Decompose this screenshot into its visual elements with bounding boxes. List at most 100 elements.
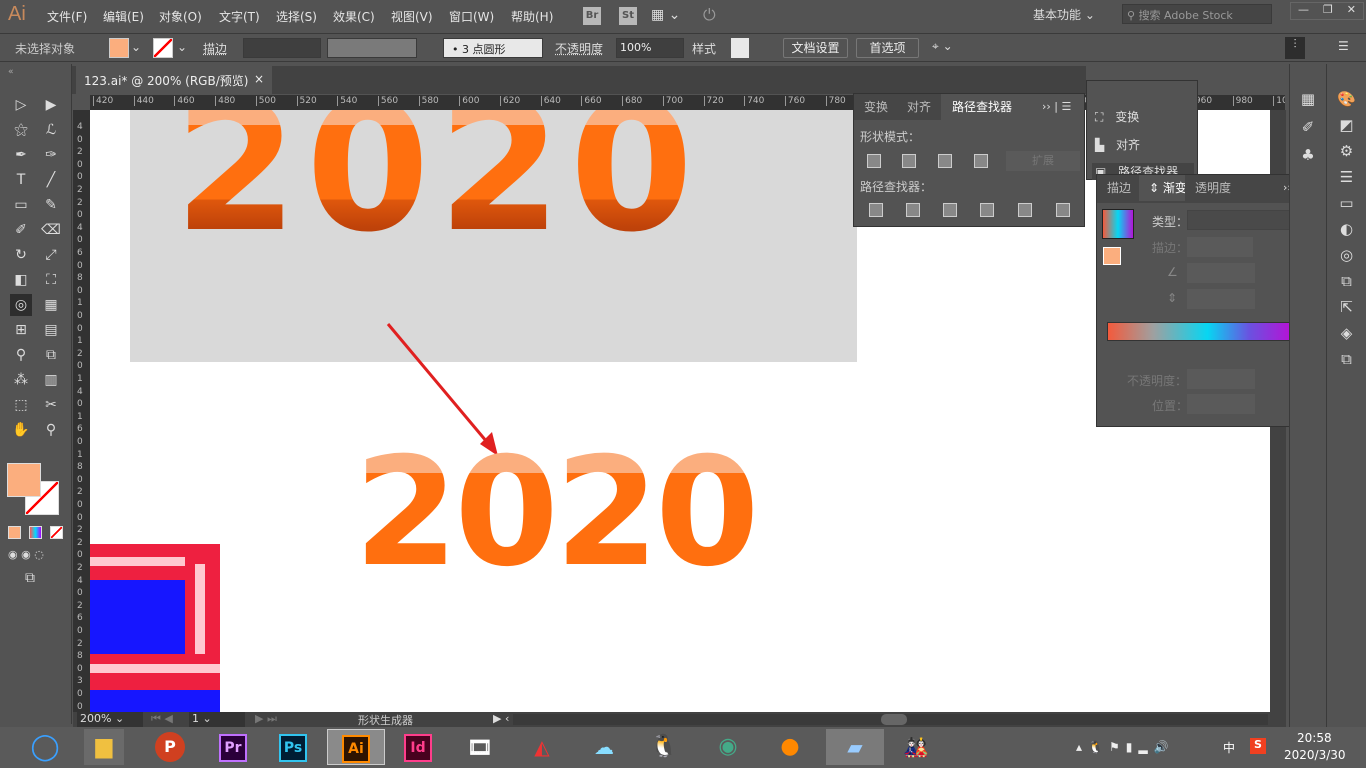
panel-menu-icon[interactable]: ☰ [1338, 39, 1349, 53]
free-transform-tool[interactable]: ⛶ [40, 269, 62, 291]
taskbar-app3-icon[interactable]: 🎎 [896, 729, 936, 765]
close-tab-icon[interactable]: × [254, 72, 264, 86]
column-graph-tool[interactable]: ▥ [40, 369, 62, 391]
appearance-icon[interactable]: ⚙ [1340, 142, 1353, 160]
perspective-grid-tool[interactable]: ▦ [40, 294, 62, 316]
tab-transform[interactable]: 变换 [854, 94, 899, 120]
taskbar-explorer-icon[interactable]: ▆ [84, 729, 124, 765]
taskbar-illustrator-icon[interactable]: Ai [342, 735, 370, 763]
color-guide-icon[interactable]: ◩ [1339, 116, 1353, 134]
menu-help[interactable]: 帮助(H) [511, 8, 553, 25]
rectangle-tool[interactable]: ▭ [10, 194, 32, 216]
ime-indicator[interactable]: 中 [1223, 739, 1235, 756]
graphic-styles-icon[interactable]: ◎ [1340, 246, 1353, 264]
gradient-mode-button[interactable] [29, 526, 42, 539]
taskbar-rabbit-icon[interactable]: ☁ [584, 729, 624, 765]
next-artboard-button[interactable]: ▶ ⏭ [255, 712, 277, 726]
angle-input[interactable] [1187, 263, 1255, 283]
taskbar-indesign-icon[interactable]: Id [404, 734, 432, 762]
tab-align[interactable]: 对齐 [897, 94, 942, 120]
taskbar-browser-icon[interactable]: ◯ [25, 729, 65, 765]
rotate-tool[interactable]: ↻ [10, 244, 32, 266]
artboard-tool[interactable]: ⬚ [10, 394, 32, 416]
first-artboard-button[interactable]: ⏮ ◀ [151, 712, 173, 726]
taskbar-chrome-icon[interactable]: ◉ [708, 729, 748, 765]
stroke-panel-icon[interactable]: ☰ [1340, 168, 1353, 186]
gradient-panel-icon[interactable]: ▭ [1339, 194, 1353, 212]
taskbar-notepad-icon[interactable]: ▰ [826, 729, 884, 765]
scroll-thumb[interactable] [881, 714, 907, 725]
stroke-swatch[interactable] [153, 38, 173, 58]
collapse-icon[interactable]: « [8, 67, 14, 77]
select-similar-icon[interactable]: ⌖ ⌄ [932, 39, 953, 54]
close-button[interactable]: ✕ [1347, 3, 1356, 19]
artboards-icon[interactable]: ⧉ [1341, 272, 1352, 290]
aspect-ratio-input[interactable] [1187, 289, 1255, 309]
artboard-number[interactable]: 1 ⌄ [189, 712, 245, 727]
document-tab[interactable]: 123.ai* @ 200% (RGB/预览) × [76, 66, 272, 94]
unite-icon[interactable] [867, 154, 881, 168]
intersect-icon[interactable] [938, 154, 952, 168]
bridge-button[interactable]: Br [583, 7, 601, 25]
taskbar-qq-icon[interactable]: 🐧 [644, 729, 684, 765]
menu-edit[interactable]: 编辑(E) [103, 8, 144, 25]
taskbar-premiere-icon[interactable]: Pr [219, 734, 247, 762]
eyedropper-tool[interactable]: ⚲ [10, 344, 32, 366]
none-mode-button[interactable] [50, 526, 63, 539]
brushes-icon[interactable]: ✐ [1302, 118, 1315, 136]
menu-effect[interactable]: 效果(C) [333, 8, 375, 25]
tab-stroke[interactable]: 描边 [1097, 175, 1142, 201]
symbol-sprayer-tool[interactable]: ⁂ [10, 369, 32, 391]
stroke-gradient-buttons[interactable] [1187, 237, 1253, 257]
menu-window[interactable]: 窗口(W) [449, 8, 494, 25]
trim-icon[interactable] [906, 203, 920, 217]
system-tray-icons[interactable]: ▴🐧⚑▮▂🔊 [1076, 740, 1175, 754]
blend-tool[interactable]: ⧉ [40, 344, 62, 366]
color-icon[interactable]: 🎨 [1337, 90, 1356, 108]
transparency-icon[interactable]: ◐ [1340, 220, 1353, 238]
slice-tool[interactable]: ✂ [40, 394, 62, 416]
taskbar-video-icon[interactable]: 🎞 [460, 729, 500, 765]
curvature-tool[interactable]: ✑ [40, 144, 62, 166]
direct-selection-tool[interactable]: ▶ [40, 94, 62, 116]
tab-transparency[interactable]: 透明度 [1185, 175, 1242, 201]
swatches-icon[interactable]: ▦ [1301, 90, 1315, 108]
menu-type[interactable]: 文字(T) [219, 8, 260, 25]
magic-wand-tool[interactable]: ⚝ [10, 119, 32, 141]
dock-item-align[interactable]: ▙ 对齐 [1095, 136, 1195, 153]
minimize-button[interactable]: — [1298, 3, 1309, 19]
variable-width-profile[interactable] [327, 38, 417, 58]
stock-button[interactable]: St [619, 7, 637, 25]
eraser-tool[interactable]: ⌫ [40, 219, 62, 241]
gradient-swatch[interactable] [1102, 209, 1134, 239]
menu-file[interactable]: 文件(F) [47, 8, 87, 25]
type-tool[interactable]: T [10, 169, 32, 191]
fill-dropdown[interactable]: ⌄ [131, 40, 141, 54]
document-setup-button[interactable]: 文档设置 [783, 38, 848, 58]
opacity-input[interactable]: 100% [616, 38, 684, 58]
line-tool[interactable]: ╱ [40, 169, 62, 191]
workspace-switcher[interactable]: 基本功能 ⌄ [1033, 6, 1095, 23]
align-panel-icon[interactable]: ⫶ [1285, 37, 1305, 59]
location-input[interactable] [1187, 394, 1255, 414]
blue-red-shape[interactable] [90, 544, 220, 712]
taskbar-photoshop-icon[interactable]: Ps [279, 734, 307, 762]
gradient-fill-swatch[interactable] [1103, 247, 1121, 265]
tab-pathfinder[interactable]: 路径查找器 [942, 94, 1023, 120]
links-icon[interactable]: ⧉ [1341, 350, 1352, 368]
hand-tool[interactable]: ✋ [10, 419, 32, 441]
layers-icon[interactable]: ◈ [1341, 324, 1353, 342]
panel-menu-icon[interactable]: ›› | ☰ [1042, 100, 1071, 113]
gradient-slider[interactable] [1107, 322, 1290, 341]
exclude-icon[interactable] [974, 154, 988, 168]
dock-item-transform[interactable]: ⛶ 变换 [1095, 108, 1195, 125]
taskbar-app-icon[interactable]: ◭ [522, 729, 562, 765]
stroke-weight-input[interactable] [243, 38, 321, 58]
zoom-select[interactable]: 200% ⌄ [77, 712, 143, 727]
zoom-tool[interactable]: ⚲ [40, 419, 62, 441]
paintbrush-tool[interactable]: ✎ [40, 194, 62, 216]
arrange-documents-icon[interactable]: ▦ ⌄ [651, 7, 680, 23]
artwork-2020-layered[interactable]: 2020 [174, 110, 701, 266]
screen-mode-icon[interactable]: ⧉ [25, 570, 35, 586]
taskbar-powerpoint-icon[interactable]: P [155, 732, 185, 762]
